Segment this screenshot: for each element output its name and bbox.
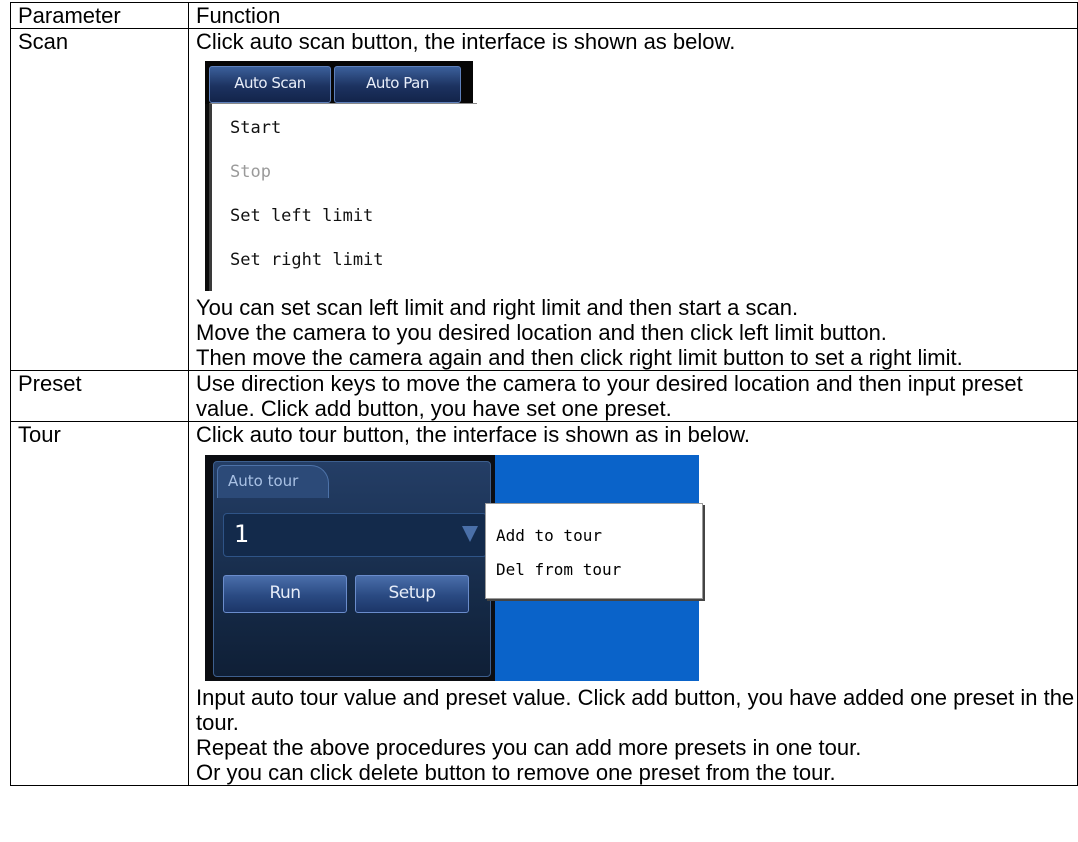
tour-paragraph: Repeat the above procedures you can add … [196,735,862,760]
tour-context-menu: Add to tour Del from tour [485,503,703,599]
auto-tour-screenshot: Auto tour 1 Run Setup Add to tour Del fr… [205,455,703,681]
function-cell: Click auto tour button, the interface is… [188,421,1078,786]
table-row-preset: Preset Use direction keys to move the ca… [10,370,1078,422]
scan-paragraph: Then move the camera again and then clic… [196,345,963,370]
table-row-tour: Tour Click auto tour button, the interfa… [10,421,1078,786]
param-cell: Scan [10,28,189,371]
tour-paragraph: Input auto tour value and preset value. … [196,685,1075,735]
param-cell: Preset [10,370,189,422]
scan-paragraph: You can set scan left limit and right li… [196,295,799,320]
table-header-row: Parameter Function [10,2,1078,29]
auto-pan-button[interactable]: Auto Pan [334,66,461,103]
function-cell: Use direction keys to move the camera to… [188,370,1078,422]
column-header-parameter: Parameter [10,2,189,29]
auto-tour-tab[interactable]: Auto tour [217,465,329,498]
tour-intro-text: Click auto tour button, the interface is… [196,422,750,447]
tour-select-value: 1 [234,520,250,548]
scan-context-menu: Start Stop Set left limit Set right limi… [209,103,477,291]
scan-intro-text: Click auto scan button, the interface is… [196,29,736,54]
tour-number-select[interactable]: 1 [223,513,487,557]
dropdown-arrow-icon[interactable] [462,526,478,542]
param-cell: Tour [10,421,189,786]
run-button[interactable]: Run [223,575,347,613]
auto-scan-screenshot: Auto Scan Auto Pan Start Stop Set left l… [205,61,477,291]
scan-toolbar: Auto Scan Auto Pan [205,61,473,104]
function-cell: Click auto scan button, the interface is… [188,28,1078,371]
tour-paragraph: Or you can click delete button to remove… [196,760,836,785]
scan-paragraph: Move the camera to you desired location … [196,320,887,345]
setup-button[interactable]: Setup [355,575,469,613]
menu-item-stop: Stop [230,162,271,182]
menu-item-start[interactable]: Start [230,118,281,138]
auto-tour-panel: Auto tour 1 Run Setup [205,455,495,681]
parameter-table: Parameter Function Scan Click auto scan … [10,2,1078,786]
menu-item-set-left-limit[interactable]: Set left limit [230,206,373,226]
menu-item-add-to-tour[interactable]: Add to tour [496,526,602,546]
menu-item-del-from-tour[interactable]: Del from tour [496,560,621,580]
menu-item-set-right-limit[interactable]: Set right limit [230,250,384,270]
table-row-scan: Scan Click auto scan button, the interfa… [10,28,1078,371]
auto-scan-button[interactable]: Auto Scan [209,66,331,103]
preset-paragraph: Use direction keys to move the camera to… [196,371,1023,421]
column-header-function: Function [188,2,1078,29]
